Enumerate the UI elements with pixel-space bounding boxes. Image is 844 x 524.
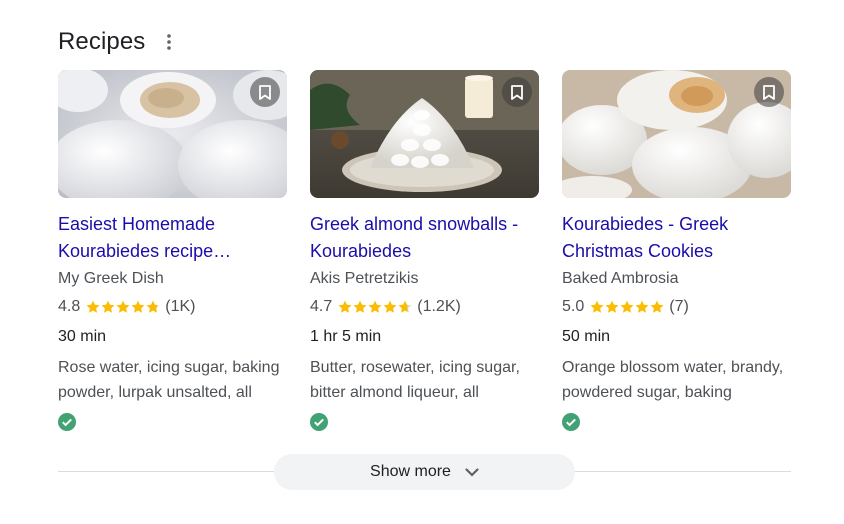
show-more-label: Show more — [370, 463, 451, 480]
rating-row: 4.7 (1.2K) — [310, 296, 539, 318]
cook-time: 30 min — [58, 328, 107, 345]
bookmark-icon[interactable] — [754, 77, 784, 107]
section-title: Recipes — [58, 28, 146, 55]
star-rating — [86, 300, 160, 314]
recipe-source: Akis Petretzikis — [310, 270, 419, 287]
recipe-thumbnail[interactable] — [562, 70, 791, 198]
recipe-card[interactable]: Greek almond snowballs - Kourabiedes Aki… — [310, 70, 539, 431]
ingredients: Rose water, icing sugar, baking powder, … — [58, 359, 280, 401]
recipe-card[interactable]: Kourabiedes - Greek Christmas Cookies Ba… — [562, 70, 791, 431]
star-icon — [101, 300, 115, 313]
recipe-source: My Greek Dish — [58, 270, 164, 287]
bookmark-icon[interactable] — [250, 77, 280, 107]
rating-value: 4.7 — [310, 298, 333, 315]
recipe-cards: Easiest Homemade Kourabiedes recipe… My … — [58, 70, 791, 431]
star-icon — [650, 300, 664, 313]
more-vert-icon[interactable] — [161, 30, 177, 54]
recipe-title-link[interactable]: Easiest Homemade Kourabiedes recipe… — [58, 211, 287, 265]
section-header: Recipes — [58, 26, 177, 58]
star-icon — [116, 300, 130, 313]
star-icon — [86, 300, 100, 313]
show-more-button[interactable]: Show more — [274, 454, 575, 490]
recipe-thumbnail[interactable] — [58, 70, 287, 198]
star-icon — [131, 300, 145, 313]
star-rating — [338, 300, 412, 314]
rating-value: 4.8 — [58, 298, 81, 315]
check-circle-icon — [58, 413, 76, 431]
rating-value: 5.0 — [562, 298, 585, 315]
star-icon — [383, 300, 397, 313]
review-count: (1.2K) — [417, 298, 461, 315]
bookmark-icon[interactable] — [502, 77, 532, 107]
divider — [574, 471, 791, 472]
star-icon — [620, 300, 634, 313]
ingredients: Orange blossom water, brandy, powdered s… — [562, 359, 784, 401]
cook-time: 1 hr 5 min — [310, 328, 382, 345]
cook-time: 50 min — [562, 328, 611, 345]
check-circle-icon — [562, 413, 580, 431]
chevron-down-icon — [465, 467, 479, 477]
star-rating — [590, 300, 664, 314]
check-circle-icon — [310, 413, 328, 431]
recipe-source: Baked Ambrosia — [562, 270, 679, 287]
rating-row: 5.0 (7) — [562, 296, 791, 318]
recipe-thumbnail[interactable] — [310, 70, 539, 198]
divider — [58, 471, 276, 472]
recipe-title-link[interactable]: Greek almond snowballs - Kourabiedes — [310, 211, 539, 265]
star-icon — [635, 300, 649, 313]
star-icon — [590, 300, 604, 313]
star-icon — [338, 300, 352, 313]
recipe-title-link[interactable]: Kourabiedes - Greek Christmas Cookies — [562, 211, 791, 265]
rating-row: 4.8 (1K) — [58, 296, 287, 318]
star-icon — [353, 300, 367, 313]
star-icon — [605, 300, 619, 313]
star-icon — [146, 300, 160, 313]
star-icon — [398, 300, 412, 313]
review-count: (7) — [669, 298, 689, 315]
recipe-card[interactable]: Easiest Homemade Kourabiedes recipe… My … — [58, 70, 287, 431]
star-icon — [368, 300, 382, 313]
ingredients: Butter, rosewater, icing sugar, bitter a… — [310, 359, 520, 401]
review-count: (1K) — [165, 298, 196, 315]
